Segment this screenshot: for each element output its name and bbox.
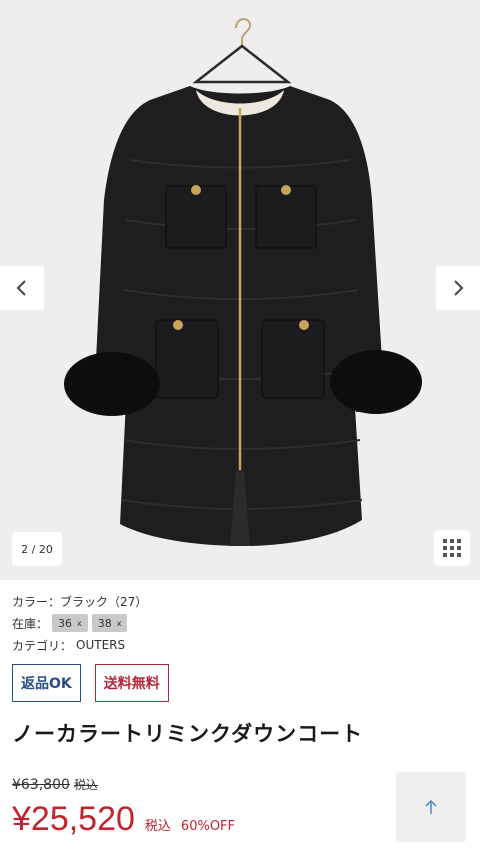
color-value: ブラック（27） <box>60 594 148 609</box>
sale-price: ¥25,520 <box>12 800 135 838</box>
previous-image-button[interactable] <box>0 266 44 310</box>
next-image-button[interactable] <box>436 266 480 310</box>
product-image-gallery[interactable]: 2 / 20 <box>0 0 480 580</box>
thumbnail-grid-button[interactable] <box>434 530 470 566</box>
grid-icon <box>443 539 461 557</box>
original-price: ¥63,800 税込 <box>12 776 98 793</box>
image-counter: 2 / 20 <box>12 532 62 566</box>
size-tag-36[interactable]: 36 x <box>52 614 88 632</box>
discount-rate: 60%OFF <box>180 819 236 834</box>
scroll-to-top-button[interactable] <box>396 772 466 842</box>
chevron-right-icon <box>454 280 464 296</box>
color-label: カラー： <box>12 594 61 609</box>
sale-price-tax: 税込 <box>144 819 171 834</box>
sale-price-block: ¥25,520 税込 60%OFF <box>12 800 235 839</box>
arrow-up-icon <box>425 799 437 814</box>
out-of-stock-mark: x <box>116 618 122 628</box>
service-badges: 返品OK 送料無料 <box>12 664 169 702</box>
category-label: カテゴリ： <box>12 638 73 653</box>
category-row: カテゴリ： OUTERS <box>12 634 147 656</box>
stock-row: 在庫： 36 x 38 x <box>12 612 147 634</box>
chevron-left-icon <box>16 280 26 296</box>
original-price-tax: 税込 <box>73 778 98 792</box>
original-price-value: ¥63,800 <box>12 777 70 793</box>
stock-label: 在庫： <box>12 616 49 631</box>
free-shipping-badge: 送料無料 <box>94 664 169 702</box>
size-tag-38[interactable]: 38 x <box>91 614 128 632</box>
return-ok-badge: 返品OK <box>12 664 81 702</box>
product-title: ノーカラートリミンクダウンコート <box>12 722 364 746</box>
category-value: OUTERS <box>76 638 126 652</box>
product-details: カラー： ブラック（27） 在庫： 36 x 38 x カテゴリ： OUTERS <box>12 590 147 656</box>
color-row: カラー： ブラック（27） <box>12 590 147 612</box>
out-of-stock-mark: x <box>77 618 82 628</box>
product-image <box>64 18 422 546</box>
